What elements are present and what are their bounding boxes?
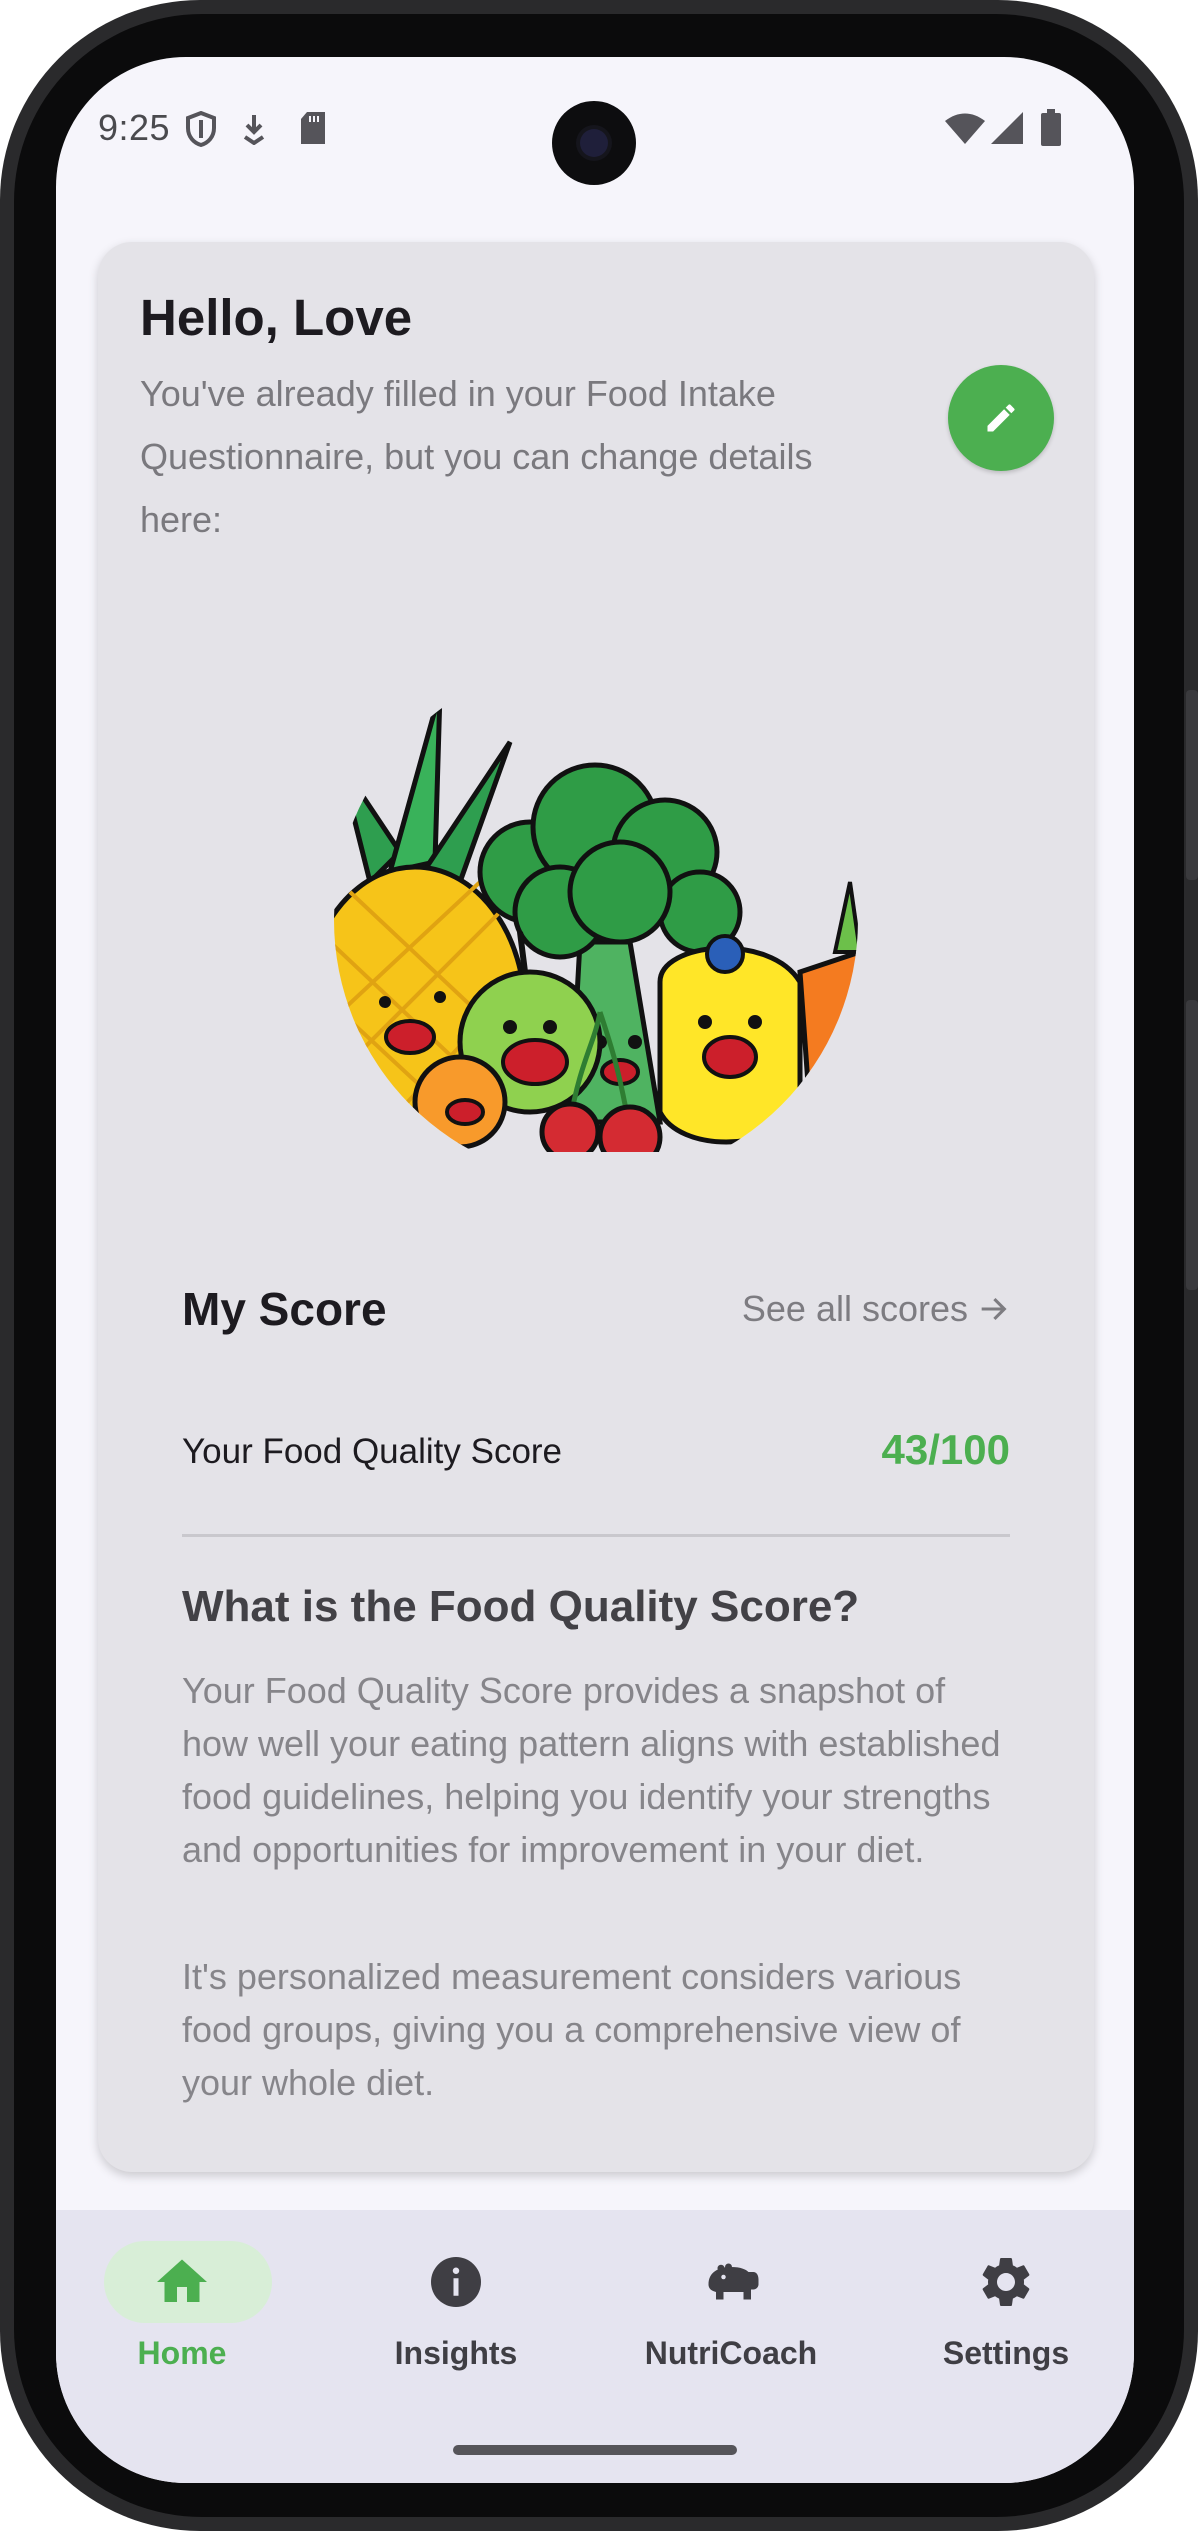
gear-icon bbox=[982, 2258, 1030, 2306]
nav-item-insights[interactable]: Insights bbox=[336, 2210, 576, 2410]
food-quality-score-value: 43/100 bbox=[881, 1426, 1010, 1473]
edit-questionnaire-button[interactable] bbox=[948, 365, 1054, 471]
power-button bbox=[1186, 690, 1198, 880]
front-camera bbox=[552, 101, 636, 185]
about-score-title: What is the Food Quality Score? bbox=[182, 1582, 860, 1631]
nav-label-home: Home bbox=[137, 2335, 227, 2371]
arrow-right-icon bbox=[981, 1297, 1007, 1321]
volume-button bbox=[1186, 1000, 1198, 1290]
wifi-icon bbox=[944, 113, 986, 150]
greeting-title: Hello, Love bbox=[140, 289, 413, 346]
nav-label-settings: Settings bbox=[942, 2335, 1070, 2371]
home-indicator[interactable] bbox=[453, 2445, 737, 2455]
shield-icon bbox=[186, 110, 216, 152]
status-time: 9:25 bbox=[98, 107, 171, 148]
sd-card-icon bbox=[299, 111, 327, 150]
bottom-navigation: Home Insights NutriCoach Settings bbox=[56, 2210, 1134, 2483]
battery-icon bbox=[1040, 109, 1062, 152]
app-screen: 9:25 Hello, Love You've already filled i… bbox=[56, 57, 1134, 2483]
nav-label-nutricoach: NutriCoach bbox=[644, 2335, 818, 2371]
see-all-scores-link[interactable]: See all scores bbox=[742, 1288, 1010, 1330]
my-score-title: My Score bbox=[182, 1283, 387, 1335]
divider bbox=[182, 1534, 1010, 1537]
fruits-vegetables-illustration bbox=[334, 691, 858, 1152]
edit-icon bbox=[987, 404, 1015, 432]
about-score-paragraph-1: Your Food Quality Score provides a snaps… bbox=[182, 1670, 1001, 1870]
hippo-icon bbox=[708, 2263, 759, 2300]
home-card: Hello, Love You've already filled in you… bbox=[98, 242, 1094, 2172]
nav-item-home[interactable]: Home bbox=[62, 2210, 302, 2410]
home-icon bbox=[157, 2259, 207, 2302]
download-icon bbox=[242, 113, 266, 150]
signal-icon bbox=[990, 111, 1024, 150]
about-score-paragraph-2: It's personalized measurement considers … bbox=[182, 1956, 962, 2103]
nav-item-settings[interactable]: Settings bbox=[886, 2210, 1126, 2410]
status-bar: 9:25 bbox=[56, 57, 1134, 207]
see-all-scores-label: See all scores bbox=[741, 1288, 968, 1329]
nav-label-insights: Insights bbox=[394, 2335, 518, 2371]
info-icon bbox=[431, 2257, 481, 2307]
intro-text: You've already filled in your Food Intak… bbox=[140, 373, 813, 540]
food-quality-score-label: Your Food Quality Score bbox=[182, 1432, 563, 1471]
nav-item-nutricoach[interactable]: NutriCoach bbox=[611, 2210, 851, 2410]
